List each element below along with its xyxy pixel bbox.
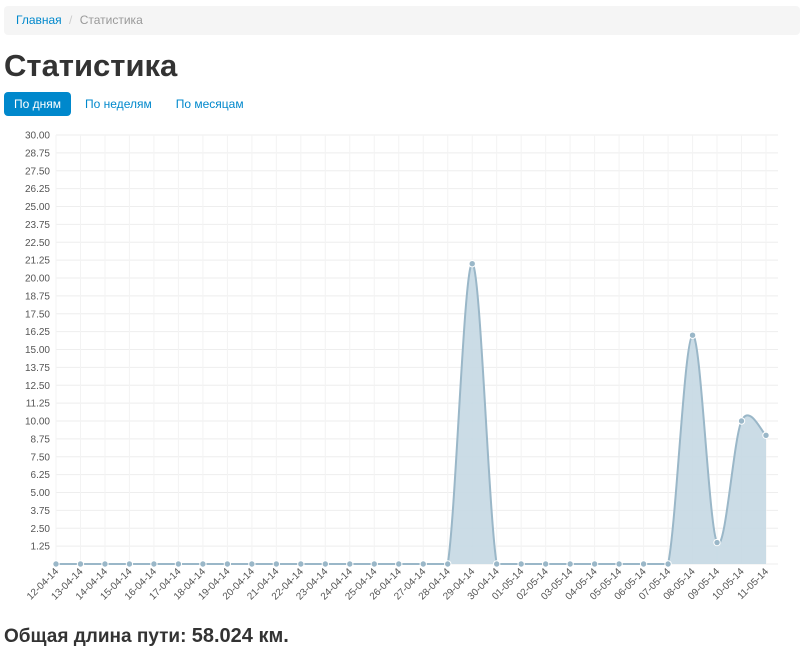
page-title: Статистика (4, 48, 178, 83)
stats-chart: 1.25 2.50 3.75 5.00 6.25 7.50 8.75 10.00 11.25 12… (0, 125, 800, 615)
y-tick-label: 27.50 (25, 166, 50, 177)
data-point (590, 560, 599, 568)
total-distance: Общая длина пути: 58.024 км. (4, 624, 289, 649)
data-point (688, 331, 697, 339)
y-tick-label: 13.75 (25, 363, 50, 374)
y-tick-label: 12.50 (25, 381, 50, 392)
data-point (395, 560, 403, 568)
y-tick-label: 20.00 (25, 274, 50, 285)
data-point (664, 560, 672, 568)
y-tick-label: 6.25 (31, 470, 51, 481)
data-point (444, 560, 452, 568)
data-point (346, 560, 354, 568)
y-tick-label: 1.25 (31, 542, 51, 553)
data-point (492, 560, 501, 568)
y-tick-label: 18.75 (25, 291, 50, 302)
data-point (566, 560, 574, 568)
y-tick-label: 3.75 (31, 506, 51, 517)
data-point (615, 560, 623, 568)
data-point (713, 538, 721, 547)
stats-chart-svg: 1.25 2.50 3.75 5.00 6.25 7.50 8.75 10.00 11.25 12… (25, 131, 778, 602)
data-point (737, 417, 746, 425)
data-point (517, 560, 525, 568)
total-distance-label: Общая длина пути: (4, 626, 187, 647)
data-point (639, 560, 648, 568)
data-point (248, 560, 256, 568)
breadcrumb-separator: / (69, 13, 73, 27)
data-point (297, 560, 305, 568)
data-point (370, 560, 378, 568)
breadcrumb-current: Статистика (79, 13, 143, 27)
data-point (125, 560, 134, 568)
y-tick-label: 10.00 (25, 417, 50, 428)
series-line (56, 262, 767, 565)
data-point (199, 560, 207, 568)
data-point (419, 560, 427, 568)
data-point (321, 560, 330, 568)
period-tabs: По дням По неделям По месяцам (4, 92, 258, 116)
y-tick-label: 7.50 (31, 452, 51, 463)
data-point (150, 560, 158, 568)
y-tick-label: 15.00 (25, 345, 50, 356)
y-tick-label: 30.00 (25, 131, 50, 142)
data-point (174, 560, 183, 568)
tab-by-days[interactable]: По дням (4, 92, 72, 116)
y-tick-label: 28.75 (25, 148, 50, 159)
y-tick-label: 16.25 (25, 327, 50, 338)
breadcrumb-home-link[interactable]: Главная (16, 13, 62, 27)
data-point (76, 560, 85, 568)
tab-by-weeks[interactable]: По неделям (75, 92, 162, 116)
y-tick-label: 8.75 (31, 434, 51, 445)
y-tick-label: 25.00 (25, 202, 50, 213)
data-point (52, 560, 60, 568)
data-point (541, 560, 550, 568)
y-tick-label: 23.75 (25, 220, 50, 231)
tab-by-months[interactable]: По месяцам (166, 92, 254, 116)
breadcrumb: Главная / Статистика (4, 6, 800, 35)
y-tick-label: 26.25 (25, 184, 50, 195)
y-tick-label: 21.25 (25, 256, 50, 267)
data-point (272, 560, 281, 568)
y-tick-label: 2.50 (31, 524, 51, 535)
y-tick-label: 11.25 (26, 399, 51, 410)
data-point (101, 560, 109, 568)
total-distance-value: 58.024 км. (191, 625, 289, 647)
data-point (223, 560, 232, 568)
data-point (762, 431, 770, 439)
y-tick-label: 17.50 (25, 309, 50, 320)
y-tick-label: 22.50 (25, 238, 50, 249)
y-tick-label: 5.00 (31, 488, 51, 499)
series-area (56, 263, 766, 564)
data-point (468, 260, 476, 268)
